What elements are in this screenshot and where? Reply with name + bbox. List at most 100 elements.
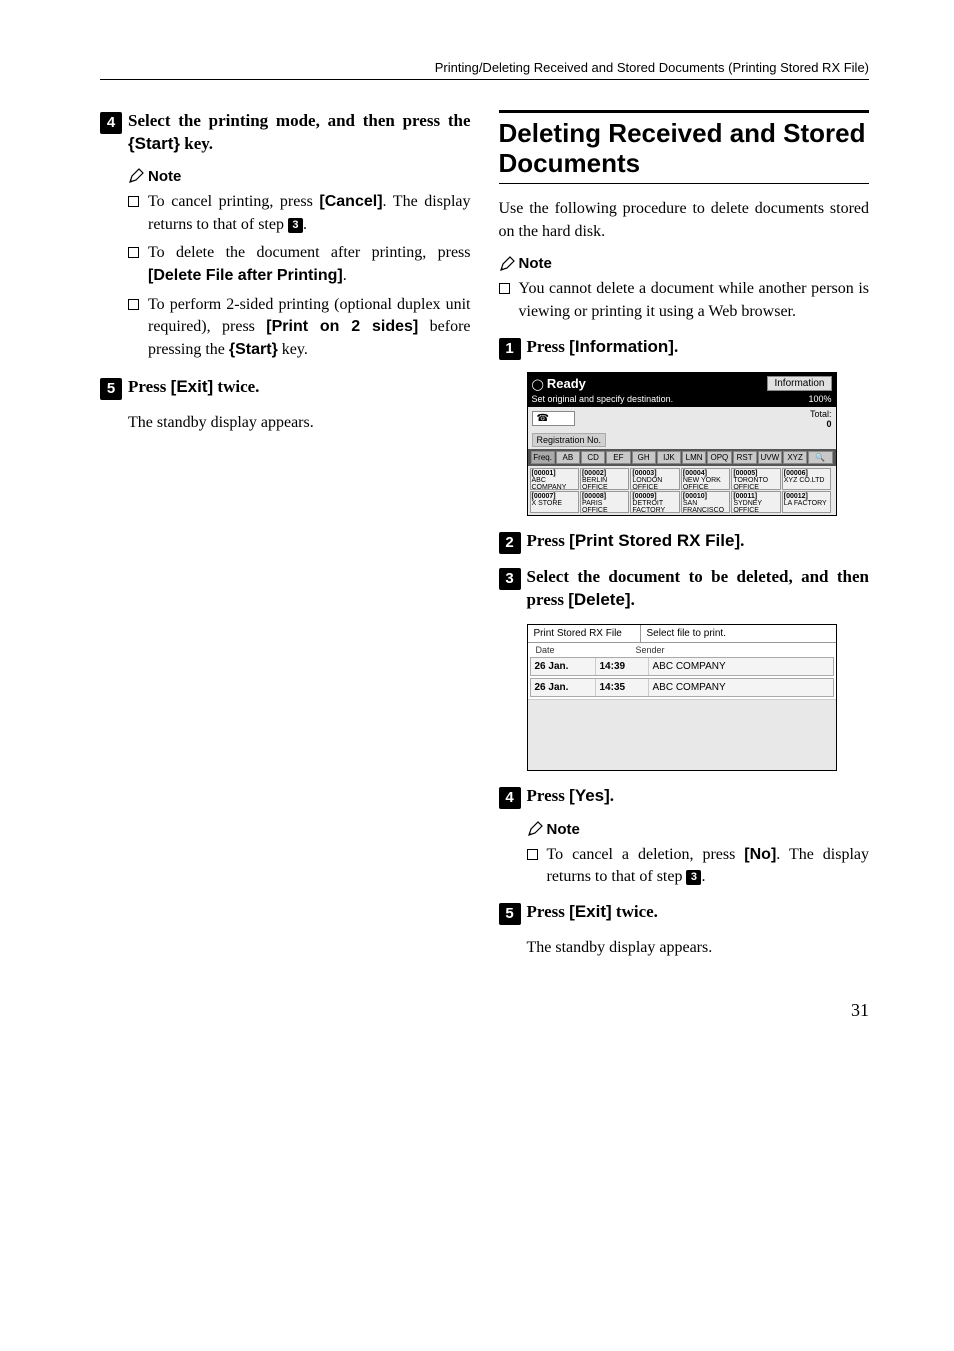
exit-button-label: [Exit] — [171, 377, 214, 396]
running-head: Printing/Deleting Received and Stored Do… — [100, 60, 869, 80]
r4-a: Press — [527, 786, 570, 805]
panel-subtitle: Select file to print. — [641, 625, 732, 642]
destination-button[interactable]: [00010]SAN FRANCISCO — [681, 491, 730, 513]
total-value: 0 — [826, 419, 831, 429]
step-r1-text: Press [Information]. — [527, 336, 679, 359]
step-number-4: 4 — [100, 112, 122, 134]
n4-a: To cancel a deletion, press — [547, 846, 745, 863]
total-area: Total: 0 — [810, 409, 832, 429]
yes-button-label: [Yes] — [569, 786, 610, 805]
alpha-tab[interactable]: XYZ — [783, 451, 807, 464]
alpha-tabs: Freq.ABCDEFGHIJKLMNOPQRSTUVWXYZ🔍 — [528, 449, 836, 466]
note-r4: To cancel a deletion, press [No]. The di… — [527, 844, 870, 889]
r4-b: . — [610, 786, 614, 805]
zoom-value: 100% — [808, 394, 831, 404]
alpha-tab[interactable]: CD — [581, 451, 605, 464]
ref-step-3b: 3 — [686, 870, 701, 885]
handset-field: ☎ — [532, 411, 576, 426]
step-number-r5: 5 — [499, 903, 521, 925]
stored-file-row[interactable]: 26 Jan.14:35ABC COMPANY — [530, 678, 834, 697]
r3-b: . — [631, 590, 635, 609]
note-item-3: To perform 2-sided printing (optional du… — [128, 294, 471, 362]
alpha-tab[interactable]: UVW — [758, 451, 782, 464]
stored-file-row[interactable]: 26 Jan.14:39ABC COMPANY — [530, 657, 834, 676]
registration-no-button[interactable]: Registration No. — [532, 433, 607, 447]
start-key-close: } — [173, 134, 180, 153]
destination-button[interactable]: [00005]TORONTO OFFICE — [731, 468, 780, 490]
page-number: 31 — [100, 1000, 869, 1021]
step-r3-text: Select the document to be deleted, and t… — [527, 566, 870, 612]
step-number-r2: 2 — [499, 532, 521, 554]
alpha-tab[interactable]: GH — [632, 451, 656, 464]
alpha-tab[interactable]: OPQ — [707, 451, 731, 464]
step-r5-text: Press [Exit] twice. — [527, 901, 658, 924]
destination-button[interactable]: [00006]XYZ CO.LTD — [782, 468, 831, 490]
note-label: Note — [148, 168, 181, 185]
destination-button[interactable]: [00007]X STORE — [530, 491, 579, 513]
note-item-1: To cancel printing, press [Cancel]. The … — [128, 191, 471, 236]
col-date: Date — [530, 645, 636, 655]
note-label-r4: Note — [547, 821, 580, 838]
destination-grid: [00001]ABC COMPANY[00002]BERLIN OFFICE[0… — [528, 466, 836, 515]
start-key-open: { — [128, 134, 135, 153]
r2-b: . — [740, 531, 744, 550]
ready-label: ◯ Ready — [532, 376, 586, 391]
r1-b: . — [674, 337, 678, 356]
note1-a: To cancel printing, press — [148, 193, 319, 210]
step4-text-a: Select the printing mode, and then press… — [128, 111, 471, 130]
destination-button[interactable]: [00012]LA FACTORY — [782, 491, 831, 513]
panel-title: Print Stored RX File — [528, 625, 641, 642]
step-r4-text: Press [Yes]. — [527, 785, 615, 808]
no-button-label: [No] — [744, 846, 776, 863]
destination-button[interactable]: [00002]BERLIN OFFICE — [580, 468, 629, 490]
destination-button[interactable]: [00004]NEW YORK OFFICE — [681, 468, 730, 490]
destination-button[interactable]: [00009]DETROIT FACTORY — [630, 491, 679, 513]
note2-b: . — [343, 267, 347, 284]
step5-b: twice. — [213, 377, 259, 396]
note-label-r1: Note — [519, 255, 552, 272]
information-panel-button[interactable]: Information — [767, 376, 831, 391]
note3-c: key. — [278, 341, 308, 358]
ref-step-3: 3 — [288, 218, 303, 233]
r5-a: Press — [527, 902, 570, 921]
alpha-tab[interactable]: RST — [733, 451, 757, 464]
destination-button[interactable]: [00011]SYDNEY OFFICE — [731, 491, 780, 513]
note-item-2: To delete the document after printing, p… — [128, 242, 471, 287]
destination-button[interactable]: [00001]ABC COMPANY — [530, 468, 579, 490]
step4-text-b: key. — [180, 134, 213, 153]
r2-a: Press — [527, 531, 570, 550]
section-intro: Use the following procedure to delete do… — [499, 198, 870, 243]
r5-b: twice. — [612, 902, 658, 921]
step5-text: Press [Exit] twice. — [128, 376, 259, 399]
exit-button-label2: [Exit] — [569, 902, 612, 921]
cancel-button-label: [Cancel] — [319, 193, 382, 210]
note-r1: You cannot delete a document while anoth… — [499, 278, 870, 323]
step-number-r3: 3 — [499, 568, 521, 590]
delete-button-label: [Delete] — [568, 590, 630, 609]
pencil-icon — [527, 821, 543, 837]
pencil-icon — [128, 168, 144, 184]
alpha-tab[interactable]: IJK — [657, 451, 681, 464]
destination-button[interactable]: [00003]LONDON OFFICE — [630, 468, 679, 490]
start-key-label: Start — [135, 134, 174, 153]
print-2-sides-label: [Print on 2 sides] — [266, 318, 418, 335]
total-label: Total: — [810, 409, 832, 419]
step-number-r4: 4 — [499, 787, 521, 809]
alpha-tab[interactable]: Freq. — [531, 451, 555, 464]
step-r2-text: Press [Print Stored RX File]. — [527, 530, 745, 553]
destination-button[interactable]: [00008]PARIS OFFICE — [580, 491, 629, 513]
alpha-tab[interactable]: LMN — [682, 451, 706, 464]
alpha-tab[interactable]: EF — [606, 451, 630, 464]
step5-body: The standby display appears. — [100, 412, 471, 435]
note2-a: To delete the document after printing, p… — [148, 244, 471, 261]
pencil-icon — [499, 256, 515, 272]
step-number-5: 5 — [100, 378, 122, 400]
search-icon[interactable]: 🔍 — [808, 451, 832, 464]
screenshot-stored-rx-list: Print Stored RX File Select file to prin… — [527, 624, 837, 771]
information-button-label: [Information] — [569, 337, 674, 356]
col-sender: Sender — [636, 645, 665, 655]
step-number-r1: 1 — [499, 338, 521, 360]
alpha-tab[interactable]: AB — [556, 451, 580, 464]
print-stored-rx-file-label: [Print Stored RX File] — [569, 531, 740, 550]
note1-c: . — [303, 216, 307, 233]
